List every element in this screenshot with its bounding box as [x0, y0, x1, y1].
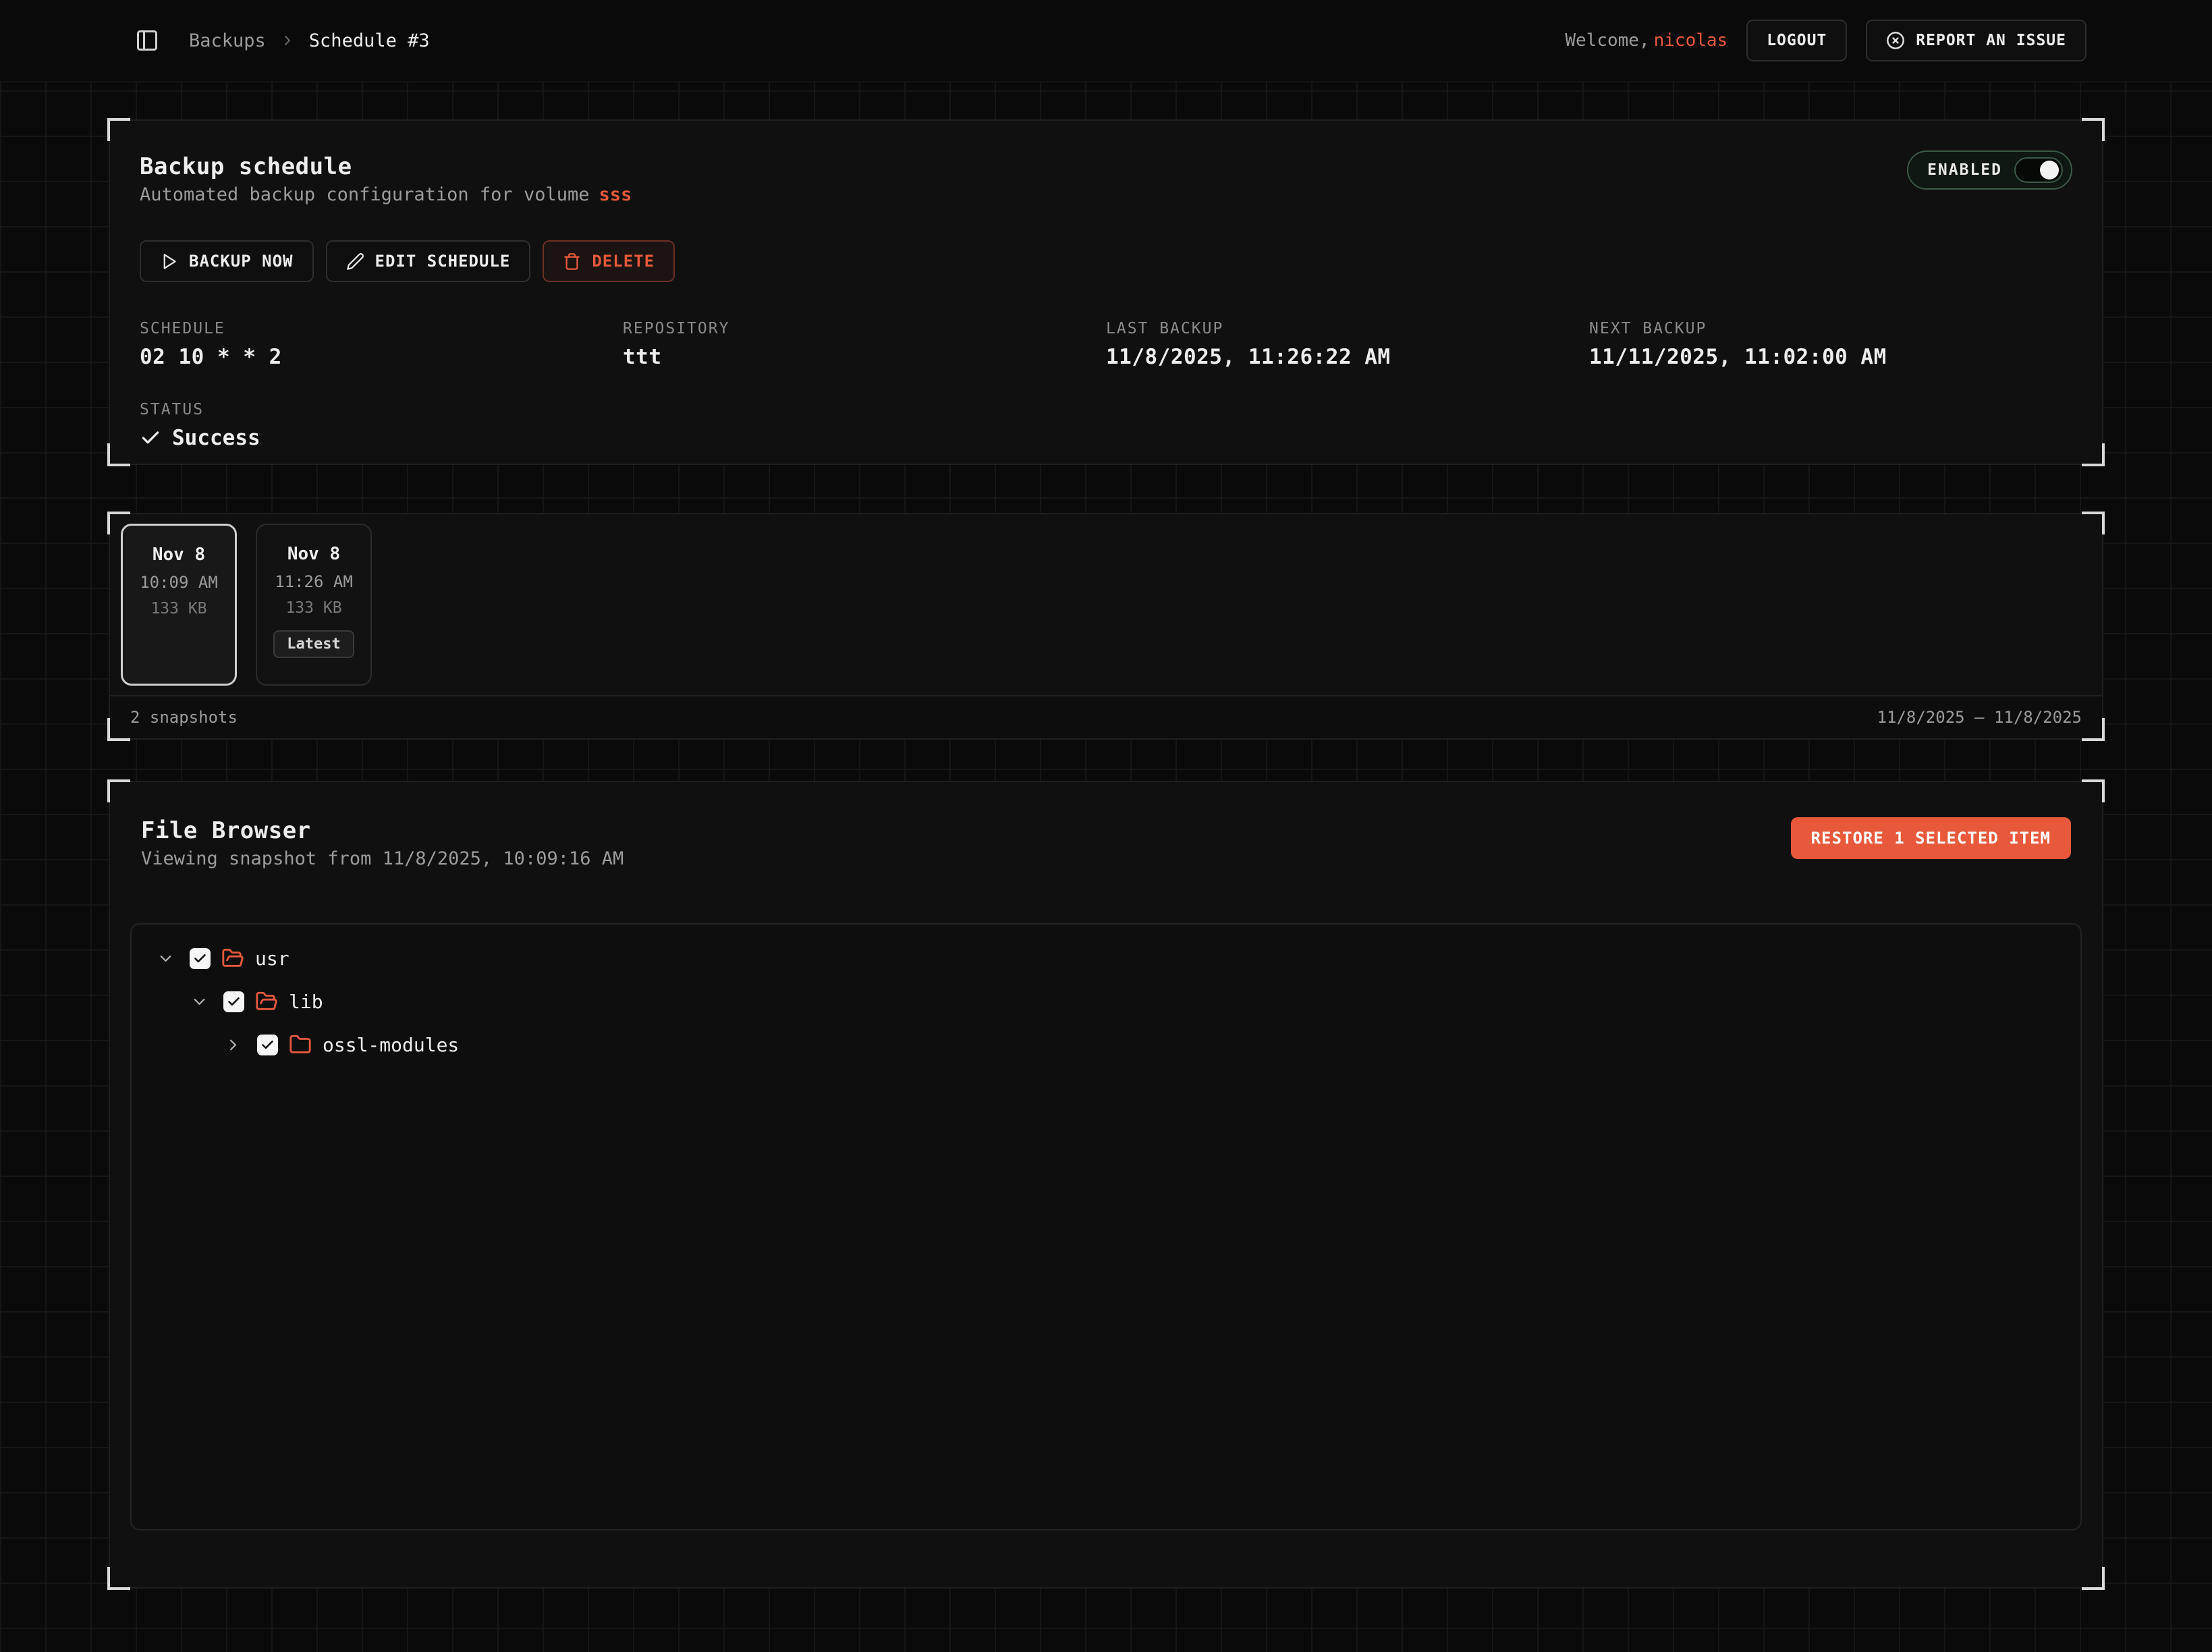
tree-row-usr[interactable]: usr — [132, 937, 2080, 980]
delete-button[interactable]: DELETE — [543, 240, 675, 282]
snapshot-count: 2 snapshots — [130, 708, 238, 727]
breadcrumb-root[interactable]: Backups — [189, 30, 266, 51]
snapshot-list: Nov 8 10:09 AM 133 KB Nov 8 11:26 AM 133… — [110, 514, 2102, 695]
circle-x-icon — [1886, 31, 1905, 50]
chevron-down-icon[interactable] — [152, 945, 179, 972]
snapshot-date: Nov 8 — [287, 544, 340, 564]
tree-label: usr — [255, 947, 289, 970]
corner-bracket — [107, 779, 130, 802]
play-icon — [160, 252, 178, 271]
schedule-card-title: Backup schedule — [140, 153, 2072, 180]
snapshot-tile-selected[interactable]: Nov 8 10:09 AM 133 KB — [121, 524, 237, 686]
latest-badge: Latest — [273, 630, 354, 658]
file-browser-card: File Browser Viewing snapshot from 11/8/… — [109, 781, 2103, 1589]
enabled-label: ENABLED — [1927, 161, 2002, 179]
welcome-text: Welcome,nicolas — [1565, 30, 1727, 51]
snapshot-size: 133 KB — [150, 600, 206, 617]
folder-open-icon — [255, 990, 278, 1013]
backup-schedule-card: Backup schedule Automated backup configu… — [109, 119, 2103, 465]
snapshots-card: Nov 8 10:09 AM 133 KB Nov 8 11:26 AM 133… — [109, 513, 2103, 740]
field-status: STATUS Success — [140, 401, 2072, 450]
field-next-backup: NEXT BACKUP 11/11/2025, 11:02:00 AM — [1589, 320, 2072, 369]
corner-bracket — [107, 118, 130, 141]
field-label: NEXT BACKUP — [1589, 320, 2072, 337]
snapshot-footer: 2 snapshots 11/8/2025 – 11/8/2025 — [110, 695, 2102, 738]
field-label: SCHEDULE — [140, 320, 623, 337]
report-issue-button[interactable]: REPORT AN ISSUE — [1866, 20, 2086, 61]
status-value: Success — [172, 426, 260, 450]
snapshot-date: Nov 8 — [153, 545, 205, 565]
chevron-right-icon[interactable] — [219, 1031, 246, 1058]
panel-left-icon — [135, 28, 159, 53]
toggle-knob — [2040, 161, 2059, 180]
file-browser-title: File Browser — [141, 817, 624, 844]
toggle-switch[interactable] — [2014, 157, 2063, 183]
checkbox[interactable] — [223, 991, 244, 1012]
volume-name: sss — [599, 184, 632, 205]
field-label: REPOSITORY — [623, 320, 1106, 337]
tree-row-ossl-modules[interactable]: ossl-modules — [132, 1023, 2080, 1066]
field-value: 11/11/2025, 11:02:00 AM — [1589, 345, 2072, 369]
sidebar-toggle-button[interactable] — [128, 22, 166, 59]
edit-schedule-label: EDIT SCHEDULE — [375, 252, 511, 271]
welcome-prefix: Welcome, — [1565, 30, 1649, 51]
corner-bracket — [2082, 779, 2105, 802]
field-label: LAST BACKUP — [1106, 320, 1589, 337]
corner-bracket — [107, 443, 130, 466]
file-tree-panel: usr lib — [130, 923, 2082, 1531]
field-repository: REPOSITORY ttt — [623, 320, 1106, 369]
backup-now-button[interactable]: BACKUP NOW — [140, 240, 314, 282]
check-icon — [140, 427, 161, 449]
snapshot-time: 10:09 AM — [140, 573, 218, 592]
corner-bracket — [107, 1567, 130, 1590]
tree-row-lib[interactable]: lib — [132, 980, 2080, 1023]
folder-open-icon — [221, 947, 244, 970]
backup-now-label: BACKUP NOW — [189, 252, 294, 271]
corner-bracket — [2082, 443, 2105, 466]
chevron-down-icon[interactable] — [186, 988, 213, 1015]
subtitle-prefix: Automated backup configuration for volum… — [140, 184, 589, 205]
snapshot-range: 11/8/2025 – 11/8/2025 — [1877, 708, 2082, 727]
file-browser-subtitle: Viewing snapshot from 11/8/2025, 10:09:1… — [141, 848, 624, 869]
enabled-toggle[interactable]: ENABLED — [1907, 150, 2072, 190]
pencil-icon — [346, 252, 364, 271]
snapshot-time: 11:26 AM — [275, 572, 353, 591]
logout-button[interactable]: LOGOUT — [1746, 20, 1847, 61]
breadcrumb-current: Schedule #3 — [309, 30, 430, 51]
status-label: STATUS — [140, 401, 2072, 418]
corner-bracket — [2082, 118, 2105, 141]
username: nicolas — [1654, 30, 1728, 51]
chevron-right-icon — [279, 32, 296, 49]
tree-label: ossl-modules — [323, 1034, 459, 1056]
checkbox[interactable] — [190, 948, 211, 969]
snapshot-size: 133 KB — [285, 599, 341, 617]
corner-bracket — [2082, 1567, 2105, 1590]
field-value: 02 10 * * 2 — [140, 345, 623, 369]
folder-icon — [289, 1033, 312, 1056]
field-schedule: SCHEDULE 02 10 * * 2 — [140, 320, 623, 369]
tree-label: lib — [289, 991, 323, 1013]
report-issue-label: REPORT AN ISSUE — [1916, 32, 2066, 49]
trash-icon — [563, 252, 581, 271]
top-bar: Backups Schedule #3 Welcome,nicolas LOGO… — [0, 0, 2212, 82]
breadcrumb: Backups Schedule #3 — [189, 30, 430, 51]
field-last-backup: LAST BACKUP 11/8/2025, 11:26:22 AM — [1106, 320, 1589, 369]
field-value: 11/8/2025, 11:26:22 AM — [1106, 345, 1589, 369]
field-value: ttt — [623, 345, 1106, 369]
schedule-actions: BACKUP NOW EDIT SCHEDULE DELETE — [140, 240, 2072, 282]
delete-label: DELETE — [592, 252, 655, 271]
restore-button[interactable]: RESTORE 1 SELECTED ITEM — [1791, 817, 2071, 859]
checkbox[interactable] — [257, 1035, 278, 1055]
edit-schedule-button[interactable]: EDIT SCHEDULE — [326, 240, 531, 282]
schedule-fields: SCHEDULE 02 10 * * 2 REPOSITORY ttt LAST… — [140, 320, 2072, 369]
snapshot-tile[interactable]: Nov 8 11:26 AM 133 KB Latest — [256, 524, 372, 686]
schedule-card-subtitle: Automated backup configuration for volum… — [140, 184, 2072, 205]
